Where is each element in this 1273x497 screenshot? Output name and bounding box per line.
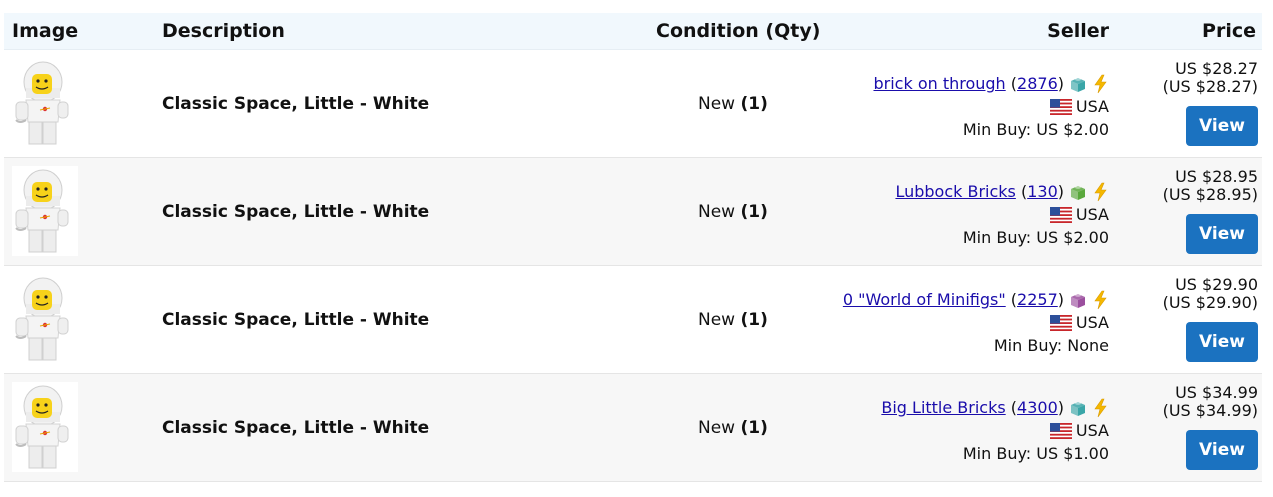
seller-info: Lubbock Bricks (130) USA Min Buy: US $2.… [895,180,1109,247]
min-buy: Min Buy: None [993,336,1109,355]
header-price: Price [1202,20,1256,42]
quantity: (1) [740,418,768,438]
us-flag-icon [1050,207,1072,223]
table-row: Classic Space, Little - White New (1) Bi… [4,374,1262,482]
seller-link[interactable]: Lubbock Bricks [895,180,1015,203]
min-buy: Min Buy: US $1.00 [962,444,1109,463]
view-button[interactable]: View [1186,322,1258,362]
table-row: Classic Space, Little - White New (1) br… [4,50,1262,158]
price-block: US $28.27 (US $28.27) [1163,60,1258,96]
item-image[interactable] [12,274,78,364]
price-block: US $34.99 (US $34.99) [1163,384,1258,420]
lightning-icon [1093,74,1109,94]
seller-info: 0 "World of Minifigs" (2257) USA Min Buy… [842,288,1109,355]
item-condition: New (1) [698,202,768,222]
item-condition: New (1) [698,310,768,330]
table-header: Image Description Condition (Qty) Seller… [4,13,1262,50]
table-row: Classic Space, Little - White New (1) 0 … [4,266,1262,374]
item-condition: New (1) [698,94,768,114]
condition-label: New [698,418,741,438]
seller-country: USA [1075,97,1109,116]
seller-link[interactable]: 0 "World of Minifigs" [843,288,1006,311]
item-description: Classic Space, Little - White [162,94,430,114]
header-image: Image [12,20,79,42]
item-image[interactable] [12,58,78,148]
price-converted: (US $29.90) [1162,293,1258,312]
view-button[interactable]: View [1186,214,1258,254]
price: US $28.27 [1175,59,1258,78]
lightning-icon [1093,398,1109,418]
price: US $34.99 [1175,383,1258,402]
lightning-icon [1093,182,1109,202]
seller-info: brick on through (2876) USA Min Buy: US … [873,72,1109,139]
price: US $28.95 [1175,167,1258,186]
quantity: (1) [740,94,768,114]
header-seller: Seller [1047,20,1109,42]
table-row: Classic Space, Little - White New (1) Lu… [4,158,1262,266]
feedback-link[interactable]: 130 [1027,180,1058,203]
item-condition: New (1) [698,418,768,438]
seller-country: USA [1075,313,1109,332]
view-button[interactable]: View [1186,430,1258,470]
min-buy: Min Buy: US $2.00 [962,228,1109,247]
lightning-icon [1093,290,1109,310]
feedback-link[interactable]: 2257 [1017,288,1058,311]
price-converted: (US $34.99) [1162,401,1258,420]
item-image[interactable] [12,166,78,256]
min-buy: Min Buy: US $2.00 [962,120,1109,139]
price: US $29.90 [1175,275,1258,294]
item-description: Classic Space, Little - White [162,310,430,330]
quantity: (1) [740,202,768,222]
us-flag-icon [1050,315,1072,331]
teal-brick-icon [1068,74,1088,94]
quantity: (1) [740,310,768,330]
condition-label: New [698,94,741,114]
listings-table: Image Description Condition (Qty) Seller… [4,13,1262,482]
price-converted: (US $28.27) [1162,77,1258,96]
view-button[interactable]: View [1186,106,1258,146]
teal-brick-icon [1068,398,1088,418]
item-image[interactable] [12,382,78,472]
seller-country: USA [1075,205,1109,224]
feedback-link[interactable]: 2876 [1017,72,1058,95]
purple-brick-icon [1068,290,1088,310]
us-flag-icon [1050,99,1072,115]
condition-label: New [698,202,741,222]
us-flag-icon [1050,423,1072,439]
green-brick-icon [1068,182,1088,202]
item-description: Classic Space, Little - White [162,418,430,438]
condition-label: New [698,310,741,330]
price-converted: (US $28.95) [1162,185,1258,204]
seller-link[interactable]: Big Little Bricks [881,396,1005,419]
seller-link[interactable]: brick on through [873,72,1005,95]
header-description: Description [162,20,285,42]
price-block: US $29.90 (US $29.90) [1163,276,1258,312]
seller-country: USA [1075,421,1109,440]
item-description: Classic Space, Little - White [162,202,430,222]
price-block: US $28.95 (US $28.95) [1163,168,1258,204]
header-condition: Condition (Qty) [656,20,821,42]
seller-info: Big Little Bricks (4300) USA Min Buy: US… [881,396,1109,463]
feedback-link[interactable]: 4300 [1017,396,1058,419]
